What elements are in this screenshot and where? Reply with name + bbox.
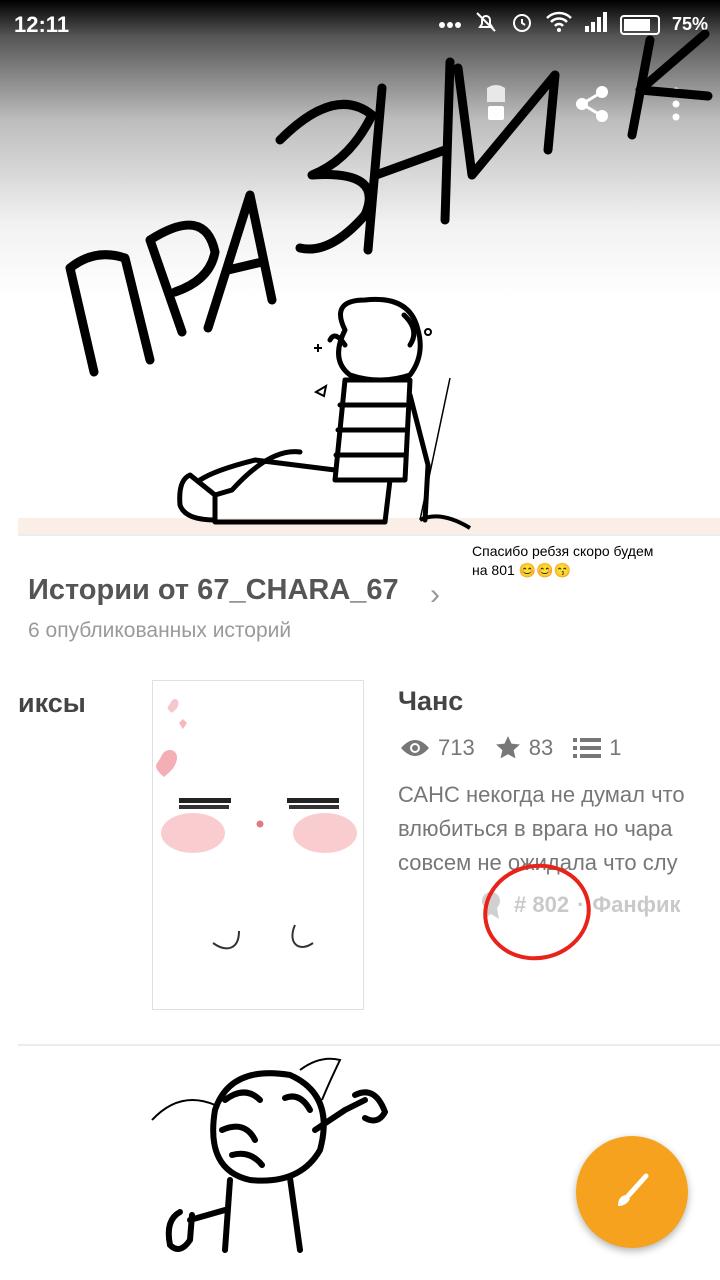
status-icons: 75%: [438, 10, 708, 39]
story-description: САНС некогда не думал что влюбиться в вр…: [398, 778, 720, 880]
wifi-icon: [546, 11, 572, 38]
divider: [18, 534, 720, 536]
story-category: Фанфик: [592, 892, 681, 917]
brush-pen-icon: [618, 1173, 649, 1206]
eye-icon: [401, 740, 429, 756]
status-bar: 12:11 75%: [0, 0, 720, 50]
caption-line-2: на 801 😊😊😙: [472, 562, 571, 578]
mute-icon: [474, 10, 498, 39]
status-time: 12:11: [14, 12, 70, 37]
caption-line-1: Спасибо ребзя скоро будем: [472, 543, 654, 559]
description-line: совсем не ожидала что слу: [398, 850, 678, 875]
more-dots-icon: [438, 16, 462, 34]
waving-character-sketch: [165, 1070, 388, 1253]
chevron-right-icon[interactable]: ›: [430, 578, 440, 612]
alarm-icon: [510, 10, 534, 39]
sparkle-doodles: [313, 328, 432, 398]
story-stats: 713 83 1: [400, 735, 641, 761]
story-rank: # 802 · Фанфик: [478, 890, 680, 920]
divider: [18, 1044, 720, 1046]
description-line: САНС некогда не думал что: [398, 782, 685, 807]
list-icon: [573, 738, 602, 758]
battery-percent: 75%: [671, 14, 708, 34]
ear-doodles: [151, 1057, 342, 1121]
stars-count: 83: [528, 735, 554, 760]
description-line: влюбиться в врага но чара: [398, 816, 673, 841]
brush-icon[interactable]: [474, 82, 518, 126]
more-menu-icon[interactable]: [654, 82, 698, 126]
stars-stat: 83: [495, 735, 553, 761]
story-title[interactable]: Чанс: [398, 686, 463, 717]
stories-count: 6 опубликованных историй: [28, 619, 292, 642]
parts-stat: 1: [573, 735, 621, 761]
cover-face-illustration: [156, 699, 357, 950]
signal-icon: [584, 12, 608, 37]
caption: Спасибо ребзя скоро будем на 801 😊😊😙: [472, 542, 712, 580]
parts-count: 1: [609, 735, 622, 760]
battery-icon: [619, 14, 660, 35]
story-cover[interactable]: [152, 680, 364, 1010]
sitting-character-sketch: [177, 296, 431, 525]
star-icon: [495, 736, 520, 759]
rank-value: # 802: [514, 892, 570, 917]
ribbon-icon: [482, 892, 500, 919]
share-icon[interactable]: [570, 82, 614, 126]
prev-story-title[interactable]: иксы: [18, 688, 86, 719]
views-count: 713: [438, 735, 475, 760]
write-fab-button[interactable]: [576, 1136, 688, 1248]
rank-separator: ·: [577, 892, 585, 917]
views-stat: 713: [400, 735, 475, 761]
stories-title[interactable]: Истории от 67_CHARA_67: [28, 574, 399, 607]
